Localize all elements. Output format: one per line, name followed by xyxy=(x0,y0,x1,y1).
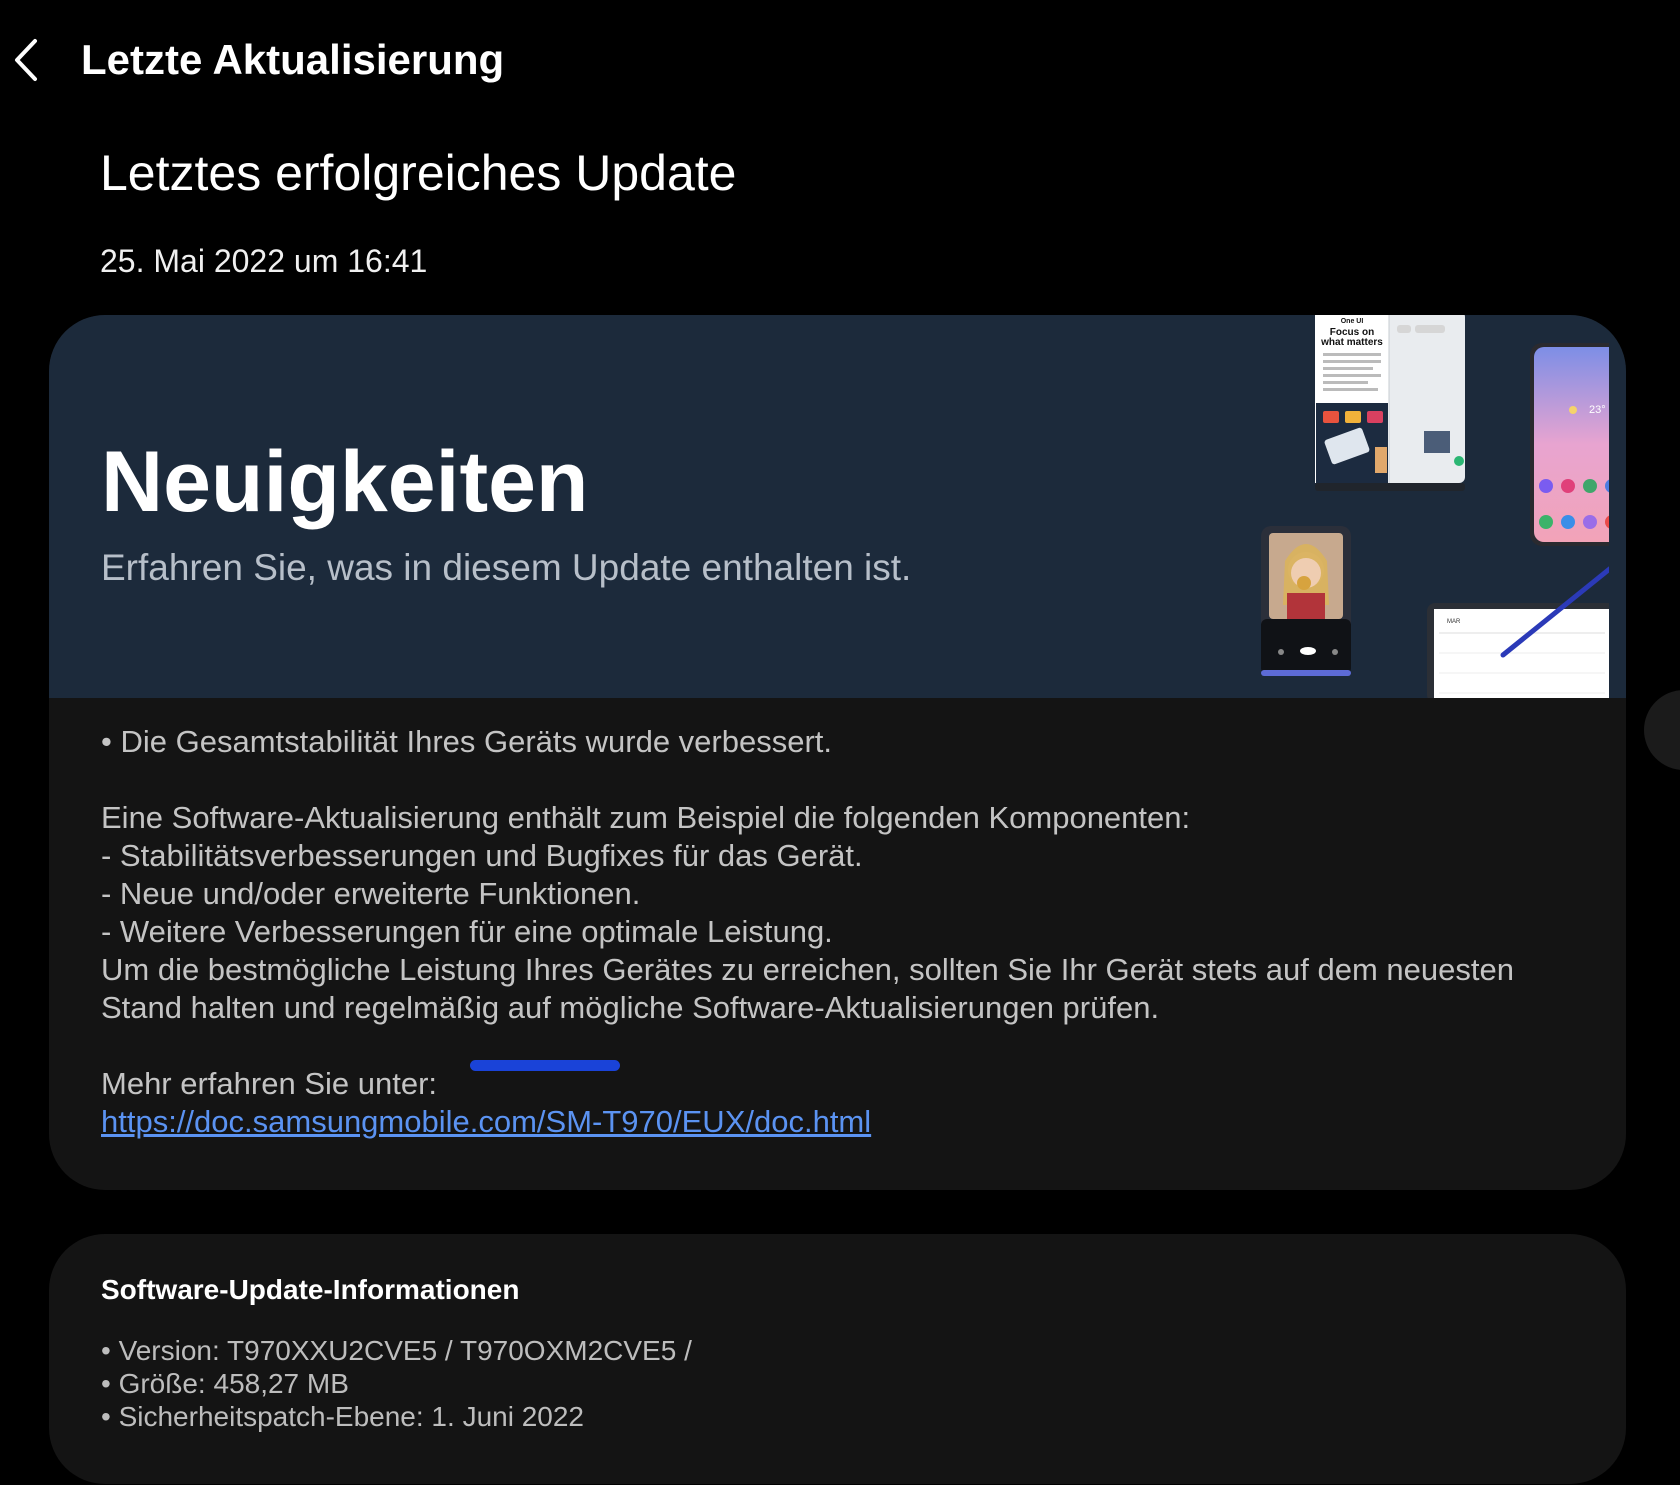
news-card: Neuigkeiten Erfahren Sie, was in diesem … xyxy=(49,315,1626,1190)
software-size: • Größe: 458,27 MB xyxy=(101,1368,349,1399)
news-item: - Stabilitätsverbesserungen und Bugfixes… xyxy=(101,838,863,873)
news-advice-line2: Stand halten und regelmäßig auf mögliche… xyxy=(101,990,1160,1025)
last-update-heading: Letztes erfolgreiches Update xyxy=(100,145,737,201)
software-info-title: Software-Update-Informationen xyxy=(101,1274,520,1305)
calendar-month-label: MAR xyxy=(1447,619,1461,625)
tablet-text-line1: One UI xyxy=(1341,318,1364,325)
news-banner: Neuigkeiten Erfahren Sie, was in diesem … xyxy=(49,315,1626,698)
flip-phone-image xyxy=(1261,526,1351,676)
news-item: - Neue und/oder erweiterte Funktionen. xyxy=(101,876,641,911)
more-info-link[interactable]: https://doc.samsungmobile.com/SM-T970/EU… xyxy=(101,1104,871,1139)
news-item: - Weitere Verbesserungen für eine optima… xyxy=(101,914,833,949)
weather-temperature: 23° xyxy=(1589,404,1606,416)
security-patch-level: • Sicherheitspatch-Ebene: 1. Juni 2022 xyxy=(101,1401,584,1432)
foldable-tablet-image: One UI Focus on what matters xyxy=(1315,315,1465,491)
chevron-left-icon xyxy=(15,39,37,81)
tablet-text-line3: what matters xyxy=(1320,337,1383,348)
edge-panel-handle[interactable] xyxy=(1644,690,1680,770)
back-button[interactable] xyxy=(4,30,48,90)
news-content: • Die Gesamtstabilität Ihres Geräts wurd… xyxy=(101,723,1601,1141)
software-info-card: Software-Update-Informationen • Version:… xyxy=(49,1234,1626,1484)
last-update-date: 25. Mai 2022 um 16:41 xyxy=(100,243,428,279)
phone-image: 23° xyxy=(1530,343,1609,546)
scroll-indicator[interactable] xyxy=(470,1060,620,1071)
software-version: • Version: T970XXU2CVE5 / T970OXM2CVE5 / xyxy=(101,1335,692,1366)
banner-title: Neuigkeiten xyxy=(101,434,589,530)
more-info-label: Mehr erfahren Sie unter: xyxy=(101,1066,438,1101)
banner-subtitle: Erfahren Sie, was in diesem Update entha… xyxy=(101,547,912,588)
news-bullet: • Die Gesamtstabilität Ihres Geräts wurd… xyxy=(101,724,833,759)
tablet-calendar-image: MAR xyxy=(1427,566,1609,698)
top-app-bar: Letzte Aktualisierung xyxy=(0,0,1680,130)
device-illustration: One UI Focus on what matters 23° MAR xyxy=(1261,315,1609,698)
news-advice-line1: Um die bestmögliche Leistung Ihres Gerät… xyxy=(101,952,1514,987)
page-title: Letzte Aktualisierung xyxy=(81,36,505,83)
news-intro: Eine Software-Aktualisierung enthält zum… xyxy=(101,800,1191,835)
software-info-list: • Version: T970XXU2CVE5 / T970OXM2CVE5 /… xyxy=(101,1334,692,1433)
